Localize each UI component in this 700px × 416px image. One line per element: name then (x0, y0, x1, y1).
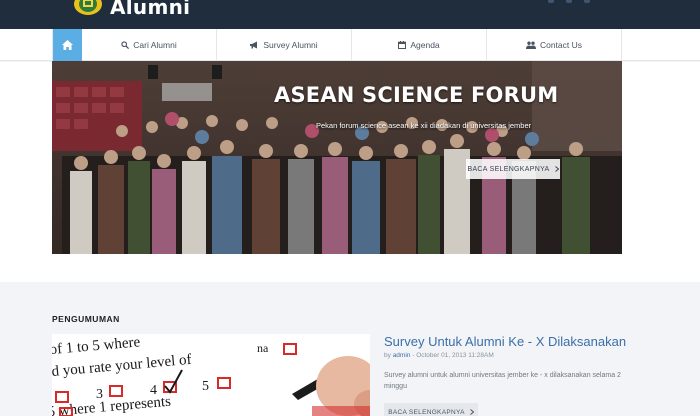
announcements-heading: PENGUMUMAN (52, 314, 120, 324)
post-meta-by: by (384, 352, 391, 359)
nav-item-cari-alumni[interactable]: Cari Alumni (82, 29, 217, 61)
post-author-link[interactable]: admin (393, 352, 411, 359)
university-seal-icon[interactable] (73, 0, 103, 16)
slide-button-label: BACA SELENGKAPNYA (467, 165, 550, 173)
site-header: Alumni (0, 0, 700, 29)
nav-item-agenda[interactable]: Agenda (352, 29, 487, 61)
svg-text:5: 5 (202, 379, 209, 394)
post-read-more-button[interactable]: BACA SELENGKAPNYA (384, 403, 478, 416)
post-title-link[interactable]: Survey Untuk Alumni Ke - X Dilaksanakan (384, 334, 626, 349)
nav-item-label: Survey Alumni (263, 40, 318, 50)
chevron-right-icon (554, 166, 559, 172)
hero-slider[interactable]: ASEAN SCIENCE FORUM Pekan forum science … (52, 61, 622, 254)
site-name[interactable]: Alumni (110, 0, 190, 19)
users-icon (525, 41, 536, 49)
nav-item-label: Agenda (410, 40, 440, 50)
post-date: - October 01, 2013 11:28AM (412, 352, 494, 359)
post-meta: by admin - October 01, 2013 11:28AM (384, 352, 494, 359)
nav-item-survey-alumni[interactable]: Survey Alumni (217, 29, 352, 61)
bullhorn-icon (250, 41, 258, 49)
google-plus-icon[interactable] (584, 0, 590, 3)
main-nav: Cari Alumni Survey Alumni Agenda Contact… (0, 29, 700, 61)
twitter-icon[interactable] (566, 0, 572, 3)
calendar-icon (398, 41, 407, 49)
slide-caption: Pekan forum science asean ke xii diadaka… (316, 121, 532, 130)
search-icon (121, 41, 130, 49)
post-description: Survey alumni untuk alumni universitas j… (384, 372, 621, 390)
nav-item-label: Cari Alumni (133, 40, 177, 50)
survey-form-image[interactable]: of 1 to 5 where d you rate your level of… (52, 334, 370, 416)
home-icon (62, 40, 73, 50)
post-button-label: BACA SELENGKAPNYA (388, 408, 465, 416)
slide-read-more-button[interactable]: BACA SELENGKAPNYA (466, 159, 560, 179)
facebook-icon[interactable] (548, 0, 554, 3)
slide-title: ASEAN SCIENCE FORUM (274, 83, 559, 107)
nav-item-contact-us[interactable]: Contact Us (487, 29, 622, 61)
nav-home-button[interactable] (53, 29, 82, 61)
chevron-right-icon (469, 409, 474, 415)
survey-form-illustration: of 1 to 5 where d you rate your level of… (52, 334, 370, 416)
nav-item-label: Contact Us (539, 40, 583, 50)
svg-text:na: na (257, 341, 269, 355)
